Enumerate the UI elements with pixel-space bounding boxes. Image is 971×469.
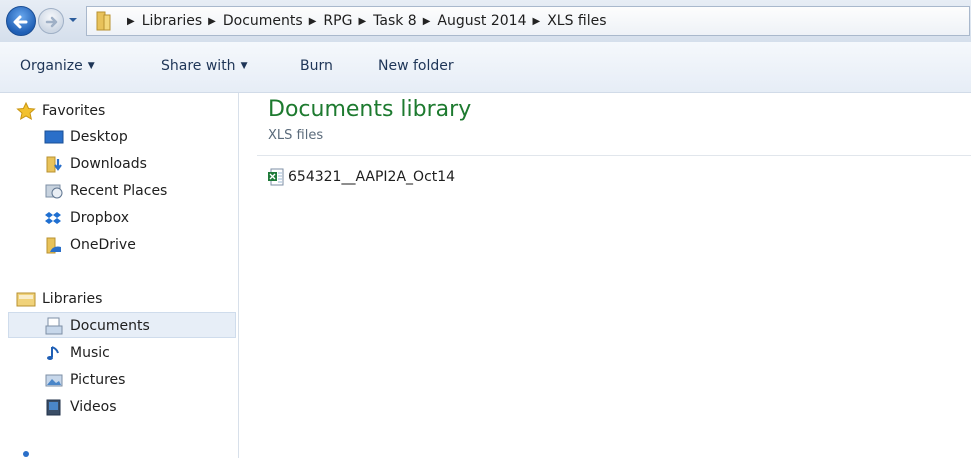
nav-favorites[interactable]: Favorites — [16, 99, 105, 123]
nav-videos-label: Videos — [70, 399, 117, 415]
breadcrumb-xls-files[interactable]: XLS files — [547, 13, 606, 29]
nav-music-label: Music — [70, 345, 110, 361]
onedrive-folder-icon — [46, 237, 61, 254]
nav-recent-places[interactable]: Recent Places — [44, 179, 167, 203]
downloads-folder-icon — [46, 156, 62, 173]
new-folder-button[interactable]: New folder — [378, 58, 454, 74]
nav-onedrive-label: OneDrive — [70, 237, 136, 253]
back-arrow-icon — [13, 15, 28, 29]
nav-favorites-label: Favorites — [42, 103, 106, 119]
nav-downloads-label: Downloads — [70, 156, 147, 172]
homegroup-icon — [23, 451, 29, 457]
breadcrumb-documents[interactable]: Documents — [223, 13, 303, 29]
nav-desktop-label: Desktop — [70, 129, 128, 145]
nav-documents[interactable]: Documents — [44, 314, 150, 338]
share-with-button[interactable]: Share with ▼ — [161, 58, 247, 74]
breadcrumb-chevron-icon[interactable]: ▶ — [358, 16, 366, 27]
nav-downloads[interactable]: Downloads — [44, 152, 147, 176]
chevron-down-icon: ▼ — [240, 61, 248, 71]
chevron-down-icon: ▼ — [87, 61, 95, 71]
breadcrumb-rpg[interactable]: RPG — [323, 13, 352, 29]
library-subtitle: XLS files — [268, 128, 324, 143]
excel-file-icon — [268, 168, 284, 186]
nav-dropbox-label: Dropbox — [70, 210, 129, 226]
breadcrumb-chevron-icon[interactable]: ▶ — [533, 16, 541, 27]
star-icon — [16, 102, 36, 120]
recent-pages-dropdown-icon[interactable] — [66, 13, 80, 27]
back-button[interactable] — [6, 6, 36, 36]
pictures-icon — [45, 374, 63, 387]
music-icon — [47, 346, 59, 360]
nav-pictures-label: Pictures — [70, 372, 126, 388]
dropbox-icon — [45, 212, 61, 224]
share-with-label: Share with — [161, 58, 236, 74]
documents-library-icon — [45, 317, 63, 335]
breadcrumb-chevron-icon[interactable]: ▶ — [127, 16, 135, 27]
breadcrumb: ▶ Libraries ▶ Documents ▶ RPG ▶ Task 8 ▶… — [121, 7, 607, 35]
breadcrumb-chevron-icon[interactable]: ▶ — [208, 16, 216, 27]
content-pane: Documents library XLS files 654321__AAPI… — [239, 93, 971, 458]
organize-label: Organize — [20, 58, 83, 74]
library-title: Documents library — [268, 97, 472, 122]
breadcrumb-chevron-icon[interactable]: ▶ — [423, 16, 431, 27]
recent-places-icon — [45, 184, 63, 199]
desktop-icon — [44, 130, 64, 144]
nav-homegroup-partial[interactable] — [16, 445, 42, 469]
navigation-pane: Favorites Desktop Downloads Recent Place… — [0, 93, 239, 458]
nav-videos[interactable]: Videos — [44, 395, 117, 419]
nav-libraries[interactable]: Libraries — [16, 287, 102, 311]
breadcrumb-august-2014[interactable]: August 2014 — [437, 13, 526, 29]
forward-arrow-icon — [45, 16, 58, 28]
nav-music[interactable]: Music — [44, 341, 110, 365]
address-bar-strip: ▶ Libraries ▶ Documents ▶ RPG ▶ Task 8 ▶… — [0, 0, 971, 43]
forward-button[interactable] — [38, 8, 64, 34]
file-name: 654321__AAPI2A_Oct14 — [288, 169, 456, 185]
videos-icon — [46, 399, 61, 416]
organize-button[interactable]: Organize ▼ — [20, 58, 95, 74]
command-toolbar: Organize ▼ Share with ▼ Burn New folder — [0, 42, 971, 93]
burn-button[interactable]: Burn — [300, 58, 333, 74]
header-divider — [257, 155, 971, 156]
libraries-icon — [16, 292, 36, 307]
nav-desktop[interactable]: Desktop — [44, 125, 128, 149]
nav-recent-places-label: Recent Places — [70, 183, 168, 199]
file-item[interactable]: 654321__AAPI2A_Oct14 — [267, 166, 455, 188]
folder-icon — [96, 11, 111, 31]
breadcrumb-chevron-icon[interactable]: ▶ — [309, 16, 317, 27]
nav-documents-label: Documents — [70, 318, 150, 334]
nav-pictures[interactable]: Pictures — [44, 368, 125, 392]
address-box[interactable]: ▶ Libraries ▶ Documents ▶ RPG ▶ Task 8 ▶… — [86, 6, 970, 36]
nav-libraries-label: Libraries — [42, 291, 103, 307]
breadcrumb-libraries[interactable]: Libraries — [142, 13, 202, 29]
nav-dropbox[interactable]: Dropbox — [44, 206, 129, 230]
nav-onedrive[interactable]: OneDrive — [44, 233, 136, 257]
breadcrumb-task-8[interactable]: Task 8 — [373, 13, 417, 29]
